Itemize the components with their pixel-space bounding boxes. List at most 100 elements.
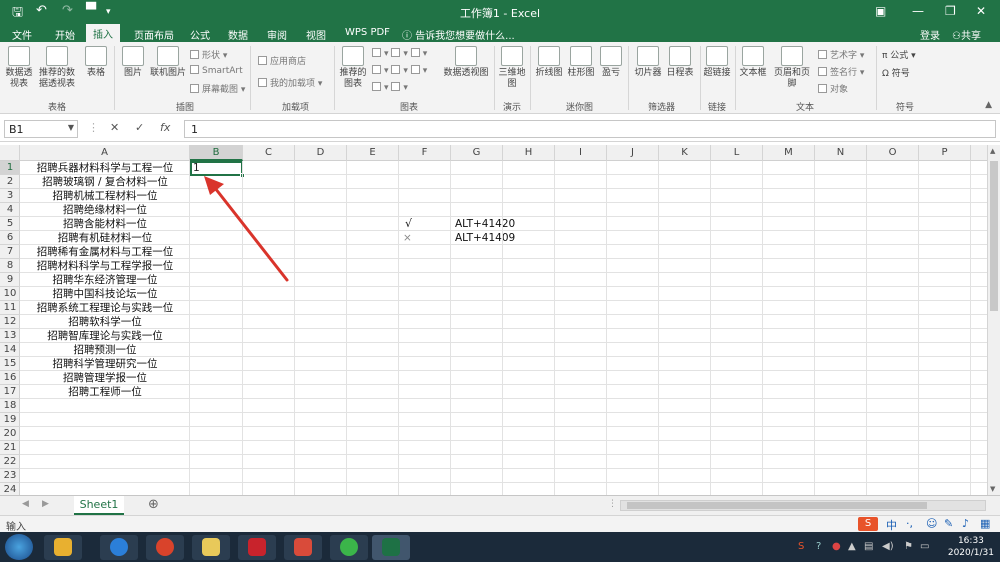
taskbar-youdao[interactable] xyxy=(238,535,276,560)
signature-line-button[interactable]: 签名行 ▾ xyxy=(818,65,864,78)
tray-network-icon[interactable]: ▤ xyxy=(864,541,873,552)
handwrite-icon[interactable]: ✎ xyxy=(944,517,953,530)
screenshot-button[interactable]: 屏幕截图 ▾ xyxy=(190,82,245,95)
scrollbar-thumb[interactable] xyxy=(990,161,998,311)
windows-start-icon[interactable] xyxy=(5,534,33,560)
column-header-i[interactable]: I xyxy=(555,145,607,161)
row-header-22[interactable]: 22 xyxy=(0,455,20,469)
3d-map-button[interactable]: 三维地图 xyxy=(497,46,527,90)
vertical-scrollbar[interactable]: ▲ ▼ xyxy=(987,145,1000,495)
row-header-12[interactable]: 12 xyxy=(0,315,20,329)
equation-button[interactable]: π 公式 ▾ xyxy=(882,48,916,61)
wordart-button[interactable]: 艺术字 ▾ xyxy=(818,48,864,61)
taskbar-explorer[interactable] xyxy=(192,535,230,560)
row-header-23[interactable]: 23 xyxy=(0,469,20,483)
column-header-d[interactable]: D xyxy=(295,145,347,161)
column-header-h[interactable]: H xyxy=(503,145,555,161)
cell-a7[interactable]: 招聘稀有金属材料与工程一位 xyxy=(20,245,190,259)
cell-a6[interactable]: 招聘有机硅材料一位 xyxy=(20,231,190,245)
tray-flag-icon[interactable]: ⚑ xyxy=(904,541,913,552)
row-header-17[interactable]: 17 xyxy=(0,385,20,399)
tab-formulas[interactable]: 公式 xyxy=(190,27,210,42)
cell-a9[interactable]: 招聘华东经济管理一位 xyxy=(20,273,190,287)
sparkline-column-button[interactable]: 柱形图 xyxy=(566,46,596,79)
select-all-corner[interactable] xyxy=(0,145,20,161)
sogou-ime-icon[interactable]: S xyxy=(858,517,878,531)
tab-file[interactable]: 文件 xyxy=(12,27,32,42)
sheet-tab-sheet1[interactable]: Sheet1 xyxy=(74,496,124,515)
slicer-button[interactable]: 切片器 xyxy=(632,46,664,79)
cell-a17[interactable]: 招聘工程师一位 xyxy=(20,385,190,399)
cell-a16[interactable]: 招聘管理学报一位 xyxy=(20,371,190,385)
cell-a15[interactable]: 招聘科学管理研究一位 xyxy=(20,357,190,371)
my-addins-button[interactable]: 我的加载项 ▾ xyxy=(258,76,322,89)
column-chart-button[interactable]: ▾ ▾ ▾ xyxy=(372,48,427,59)
tab-insert[interactable]: 插入 xyxy=(86,24,120,42)
row-header-16[interactable]: 16 xyxy=(0,371,20,385)
new-sheet-icon[interactable]: ⊕ xyxy=(148,497,159,512)
cancel-entry-button[interactable]: ✕ xyxy=(110,121,119,134)
horizontal-scrollbar[interactable] xyxy=(620,500,986,511)
row-header-14[interactable]: 14 xyxy=(0,343,20,357)
cell-a12[interactable]: 招聘软科学一位 xyxy=(20,315,190,329)
prev-sheet-icon[interactable]: ◀ xyxy=(22,499,29,509)
row-header-11[interactable]: 11 xyxy=(0,301,20,315)
cell-a1[interactable]: 招聘兵器材料科学与工程一位 xyxy=(20,161,190,175)
line-chart-button[interactable]: ▾ ▾ ▾ xyxy=(372,65,427,76)
taskbar-app-6[interactable] xyxy=(284,535,322,560)
column-header-j[interactable]: J xyxy=(607,145,659,161)
row-header-13[interactable]: 13 xyxy=(0,329,20,343)
cell-a5[interactable]: 招聘含能材料一位 xyxy=(20,217,190,231)
row-header-6[interactable]: 6 xyxy=(0,231,20,245)
formula-input[interactable]: 1 xyxy=(184,120,996,138)
row-header-4[interactable]: 4 xyxy=(0,203,20,217)
ime-mode[interactable]: 中 xyxy=(886,517,897,533)
tray-help-icon[interactable]: ? xyxy=(816,541,821,552)
next-sheet-icon[interactable]: ▶ xyxy=(42,499,49,509)
column-header-n[interactable]: N xyxy=(815,145,867,161)
recommended-pivot-button[interactable]: 推荐的数据透视表 xyxy=(36,46,78,90)
cell-a13[interactable]: 招聘智库理论与实践一位 xyxy=(20,329,190,343)
symbol-button[interactable]: Ω 符号 xyxy=(882,66,910,79)
row-header-7[interactable]: 7 xyxy=(0,245,20,259)
worksheet-grid[interactable]: 1 √ ALT+41420 × ALT+41409 招聘兵器材料科学与工程一位招… xyxy=(20,161,987,495)
tab-home[interactable]: 开始 xyxy=(55,27,75,42)
taskbar-wechat[interactable] xyxy=(330,535,368,560)
taskbar-excel[interactable] xyxy=(372,535,410,560)
tray-sogou-icon[interactable]: S xyxy=(798,541,804,552)
hyperlink-button[interactable]: 超链接 xyxy=(702,46,732,79)
column-header-l[interactable]: L xyxy=(711,145,763,161)
share-button[interactable]: ⚇共享 xyxy=(952,27,981,42)
toolbox-icon[interactable]: ▦ xyxy=(980,517,990,530)
row-header-8[interactable]: 8 xyxy=(0,259,20,273)
shapes-button[interactable]: 形状 ▾ xyxy=(190,48,227,61)
table-button[interactable]: 表格 xyxy=(82,46,110,79)
tab-wps-pdf[interactable]: WPS PDF xyxy=(345,27,390,38)
pivot-chart-button[interactable]: 数据透视图 xyxy=(442,46,490,79)
row-header-3[interactable]: 3 xyxy=(0,189,20,203)
row-header-20[interactable]: 20 xyxy=(0,427,20,441)
pie-chart-button[interactable]: ▾ ▾ xyxy=(372,82,408,93)
active-cell-b1[interactable]: 1 xyxy=(190,161,245,178)
cell-a4[interactable]: 招聘绝缘材料一位 xyxy=(20,203,190,217)
cell-f6[interactable]: × xyxy=(403,231,412,245)
cell-g6[interactable]: ALT+41409 xyxy=(455,231,515,245)
column-header-f[interactable]: F xyxy=(399,145,451,161)
cell-a8[interactable]: 招聘材料科学与工程学报一位 xyxy=(20,259,190,273)
minimize-icon[interactable]: — xyxy=(912,4,924,18)
online-pictures-button[interactable]: 联机图片 xyxy=(150,46,186,79)
row-header-18[interactable]: 18 xyxy=(0,399,20,413)
taskbar-app-1[interactable] xyxy=(44,535,82,560)
close-icon[interactable]: ✕ xyxy=(976,4,986,18)
store-button[interactable]: 应用商店 xyxy=(258,54,306,67)
object-button[interactable]: 对象 xyxy=(818,82,848,95)
tab-data[interactable]: 数据 xyxy=(228,27,248,42)
tab-view[interactable]: 视图 xyxy=(306,27,326,42)
pictures-button[interactable]: 图片 xyxy=(118,46,148,79)
system-clock[interactable]: 16:33 2020/1/31 xyxy=(948,535,994,559)
insert-function-button[interactable]: fx xyxy=(160,121,170,134)
row-header-1[interactable]: 1 xyxy=(0,161,20,175)
row-header-15[interactable]: 15 xyxy=(0,357,20,371)
cell-a10[interactable]: 招聘中国科技论坛一位 xyxy=(20,287,190,301)
pivot-table-button[interactable]: 数据透视表 xyxy=(4,46,34,90)
